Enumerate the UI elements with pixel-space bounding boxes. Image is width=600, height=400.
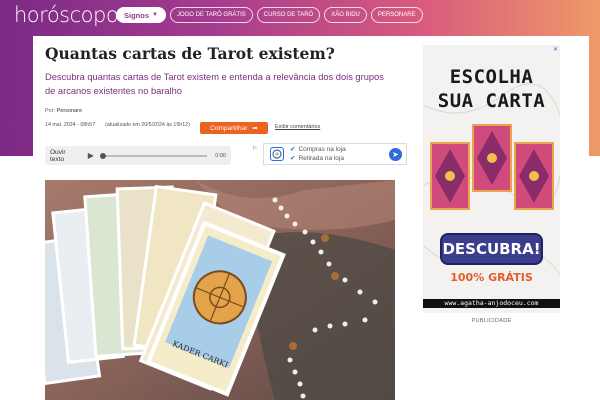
- ad-card-right: [514, 142, 554, 210]
- ad-cta-button[interactable]: DESCUBRA!: [440, 233, 543, 265]
- check-icon: ✔: [290, 155, 296, 162]
- audio-label: Ouvir texto: [50, 148, 66, 163]
- audio-progress-knob[interactable]: [99, 152, 106, 159]
- directions-icon[interactable]: ➤: [389, 148, 402, 161]
- audio-progress-track[interactable]: [99, 152, 208, 159]
- show-comments-link[interactable]: Exibir comentários: [275, 124, 320, 130]
- top-navigation-bar: horóscopo Signos ▼ JOGO DE TARÔ GRÁTIS C…: [0, 0, 600, 32]
- side-advertisement[interactable]: ✕ ESCOLHA SUA CARTA DESCUBRA! 100% GRÁTI…: [423, 45, 560, 313]
- share-button[interactable]: Compartilhar ➦: [200, 122, 268, 134]
- nav-item-personare[interactable]: PERSONARE: [370, 7, 423, 23]
- share-label: Compartilhar: [210, 124, 248, 132]
- nav-item-curso-de-taro[interactable]: CURSO DE TARÔ: [256, 7, 321, 23]
- share-arrow-icon: ➦: [252, 125, 258, 132]
- nav-signos-label: Signos: [124, 10, 150, 20]
- shopping-line-2: ✔ Retirada na loja: [290, 155, 344, 162]
- byline-prefix: Por:: [45, 108, 56, 114]
- ad-close-icon[interactable]: ✕: [553, 46, 558, 53]
- ad-url: www.agatha-anjodoceu.com: [423, 299, 560, 308]
- audio-time: 0:00: [215, 152, 226, 159]
- chevron-down-icon: ▼: [152, 12, 158, 18]
- nav-signos-dropdown[interactable]: Signos ▼: [116, 7, 166, 23]
- publish-date: 14 mai. 2024 - 08h57: [45, 122, 96, 128]
- main-nav: Signos ▼ JOGO DE TARÔ GRÁTIS CURSO DE TA…: [116, 7, 423, 23]
- ad-headline: ESCOLHA SUA CARTA: [423, 65, 560, 113]
- updated-date: (atualizado em 20/5/2024 às 15h12): [105, 122, 190, 128]
- ad-headline-line-1: ESCOLHA: [449, 66, 534, 88]
- nav-item-xao-bidu[interactable]: XÃO BIDU: [324, 7, 367, 23]
- audio-player: Ouvir texto ▶ 0:00: [45, 146, 231, 165]
- ad-card-left: [430, 142, 470, 210]
- article-title: Quantas cartas de Tarot existem?: [45, 44, 335, 63]
- article-subtitle: Descubra quantas cartas de Tarot existem…: [45, 72, 384, 96]
- store-logo-icon: [270, 147, 284, 161]
- play-icon[interactable]: ▶: [88, 151, 94, 160]
- shopping-line-1: ✔ Compras na loja: [290, 146, 346, 153]
- ad-free-label: 100% GRÁTIS: [450, 271, 533, 284]
- site-logo[interactable]: horóscopo: [14, 3, 119, 27]
- check-icon: ✔: [290, 146, 296, 153]
- nav-item-jogo-de-taro[interactable]: JOGO DE TARÔ GRÁTIS: [169, 7, 253, 23]
- publicidade-label: PUBLICIDADE: [471, 318, 512, 324]
- byline: Por: Personare: [45, 108, 82, 114]
- article-photo-tarot-cards: KADER CARKI: [45, 180, 395, 400]
- shopping-ad[interactable]: ✔ Compras na loja ✔ Retirada na loja ➤: [263, 143, 407, 165]
- ad-choices-icon[interactable]: ▷: [253, 145, 257, 151]
- ad-card-middle: [472, 124, 512, 192]
- ad-headline-line-2: SUA CARTA: [437, 90, 546, 112]
- author-link[interactable]: Personare: [57, 108, 82, 114]
